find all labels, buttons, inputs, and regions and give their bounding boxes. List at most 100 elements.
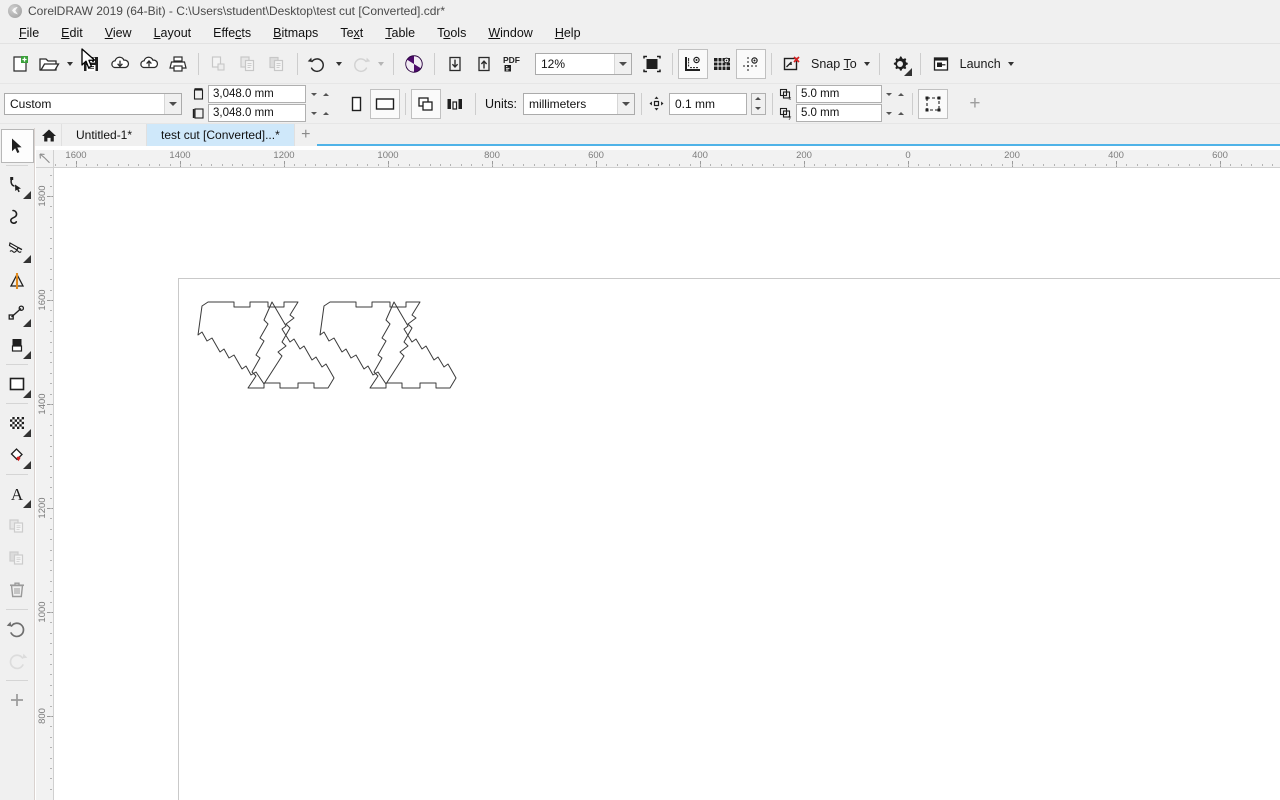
show-grid-button[interactable] bbox=[708, 50, 736, 78]
duplicate-x-field[interactable]: 5.0 mm bbox=[795, 85, 882, 103]
duplicate-x-value[interactable]: 5.0 mm bbox=[797, 88, 843, 100]
portrait-button[interactable] bbox=[342, 90, 370, 118]
zoom-level-value[interactable]: 12% bbox=[536, 57, 614, 71]
pattern-tool[interactable] bbox=[2, 407, 33, 439]
smooth-tool[interactable] bbox=[2, 201, 33, 233]
text-tool[interactable]: A bbox=[2, 478, 33, 510]
units-caret[interactable] bbox=[616, 93, 634, 114]
undo-tool[interactable] bbox=[2, 613, 33, 645]
home-tab[interactable] bbox=[36, 124, 62, 146]
units-combo[interactable]: millimeters bbox=[522, 92, 635, 115]
horizontal-ruler[interactable]: 1600 1400 1200 1000 800 600 400 200 0 200 400 600 bbox=[36, 150, 1280, 168]
menu-bitmaps[interactable]: Bitmaps bbox=[262, 24, 329, 42]
treat-as-object-button[interactable] bbox=[917, 88, 948, 119]
crop-tool[interactable] bbox=[2, 233, 33, 265]
units-value[interactable]: millimeters bbox=[524, 97, 617, 111]
interactive-fill-tool[interactable] bbox=[2, 439, 33, 471]
snap-to-caret[interactable] bbox=[861, 51, 873, 77]
rectangle-tool[interactable] bbox=[2, 368, 33, 400]
symmetry-tool[interactable] bbox=[2, 265, 33, 297]
menu-effects[interactable]: Effects bbox=[202, 24, 262, 42]
ruler-minor-tick bbox=[50, 674, 52, 676]
vertical-ruler[interactable]: 1800 1600 1400 1200 1000 800 bbox=[36, 168, 54, 800]
freehand-tool[interactable] bbox=[2, 297, 33, 329]
ruler-minor-tick bbox=[1084, 164, 1086, 166]
page-height-up[interactable] bbox=[321, 112, 330, 115]
shape-tool[interactable] bbox=[2, 169, 33, 201]
nudge-down[interactable] bbox=[752, 104, 765, 114]
duplicate-y-down[interactable] bbox=[885, 112, 894, 115]
page-width-down[interactable] bbox=[309, 93, 318, 96]
duplicate-y-field[interactable]: 5.0 mm bbox=[795, 104, 882, 122]
duplicate-x-down[interactable] bbox=[885, 93, 894, 96]
ruler-minor-tick bbox=[50, 591, 52, 593]
duplicate-y-value[interactable]: 5.0 mm bbox=[797, 107, 843, 119]
interlocking-triangle-artwork[interactable] bbox=[194, 298, 484, 398]
menu-table[interactable]: Table bbox=[374, 24, 426, 42]
save-button[interactable] bbox=[77, 50, 105, 78]
launch-label[interactable]: Launch bbox=[956, 57, 1004, 71]
page-preset-caret[interactable] bbox=[164, 93, 181, 114]
menu-layout[interactable]: Layout bbox=[143, 24, 203, 42]
export-pdf-button[interactable]: PDF bbox=[499, 50, 527, 78]
menu-window[interactable]: Window bbox=[477, 24, 543, 42]
menu-text[interactable]: Text bbox=[329, 24, 374, 42]
add-property-button[interactable]: + bbox=[961, 90, 989, 118]
page-preset-value[interactable]: Custom bbox=[5, 97, 164, 111]
delete-tool[interactable] bbox=[2, 574, 33, 606]
page-width-up[interactable] bbox=[321, 93, 330, 96]
document-tab-untitled-1[interactable]: Untitled-1* bbox=[62, 124, 148, 146]
menu-view[interactable]: View bbox=[94, 24, 143, 42]
nudge-value[interactable]: 0.1 mm bbox=[670, 97, 746, 111]
duplicate-y-up[interactable] bbox=[897, 112, 906, 115]
landscape-button[interactable] bbox=[370, 88, 400, 119]
nudge-up[interactable] bbox=[752, 94, 765, 104]
new-tab-button[interactable]: + bbox=[295, 124, 317, 146]
zoom-dropdown-caret[interactable] bbox=[614, 53, 631, 74]
show-rulers-button[interactable] bbox=[678, 48, 708, 79]
menu-file[interactable]: FFileile bbox=[8, 24, 50, 42]
symmetry-icon bbox=[9, 273, 25, 289]
new-button[interactable] bbox=[6, 50, 34, 78]
menu-help[interactable]: Help bbox=[544, 24, 592, 42]
publish-upload-icon[interactable] bbox=[135, 50, 163, 78]
print-button[interactable] bbox=[164, 50, 192, 78]
show-guidelines-button[interactable] bbox=[736, 48, 766, 79]
page-width-value[interactable]: 3,048.0 mm bbox=[209, 88, 278, 100]
document-tab-test-cut[interactable]: test cut [Converted]...* bbox=[147, 124, 295, 146]
launch-window-icon[interactable] bbox=[927, 50, 955, 78]
snap-off-icon[interactable] bbox=[778, 50, 806, 78]
apply-all-pages-button[interactable] bbox=[411, 88, 441, 119]
duplicate-x-up[interactable] bbox=[897, 93, 906, 96]
snap-to-label[interactable]: Snap To bbox=[807, 57, 860, 71]
eraser-tool[interactable] bbox=[2, 329, 33, 361]
page-height-field[interactable]: 3,048.0 mm bbox=[208, 104, 306, 122]
nudge-field[interactable]: 0.1 mm bbox=[668, 92, 747, 115]
page-height-down[interactable] bbox=[309, 112, 318, 115]
menu-tools[interactable]: Tools bbox=[426, 24, 477, 42]
open-button[interactable] bbox=[35, 50, 63, 78]
ruler-label: 200 bbox=[796, 150, 812, 161]
nudge-spinner[interactable] bbox=[750, 92, 766, 115]
page-height-value[interactable]: 3,048.0 mm bbox=[209, 107, 278, 119]
page-preset-combo[interactable]: Custom bbox=[4, 92, 182, 115]
zoom-level-combo[interactable]: 12% bbox=[535, 52, 632, 75]
menu-edit[interactable]: Edit bbox=[50, 24, 94, 42]
copy-icon bbox=[9, 519, 24, 533]
options-gear-icon[interactable] bbox=[886, 50, 914, 78]
export-button[interactable] bbox=[470, 50, 498, 78]
drawing-canvas[interactable] bbox=[54, 168, 1280, 800]
open-dropdown-caret[interactable] bbox=[64, 51, 76, 77]
undo-dropdown-caret[interactable] bbox=[333, 51, 345, 77]
undo-button[interactable] bbox=[304, 50, 332, 78]
corel-connect-icon[interactable] bbox=[400, 50, 428, 78]
page-width-field[interactable]: 3,048.0 mm bbox=[208, 85, 306, 103]
import-button[interactable] bbox=[441, 50, 469, 78]
add-tool[interactable] bbox=[2, 684, 33, 716]
zoom-to-fit-button[interactable] bbox=[638, 50, 666, 78]
publish-download-icon[interactable] bbox=[106, 50, 134, 78]
launch-caret[interactable] bbox=[1005, 51, 1017, 77]
pick-tool[interactable] bbox=[0, 129, 34, 163]
apply-current-page-button[interactable] bbox=[441, 90, 469, 118]
ruler-origin-button[interactable] bbox=[36, 150, 54, 168]
